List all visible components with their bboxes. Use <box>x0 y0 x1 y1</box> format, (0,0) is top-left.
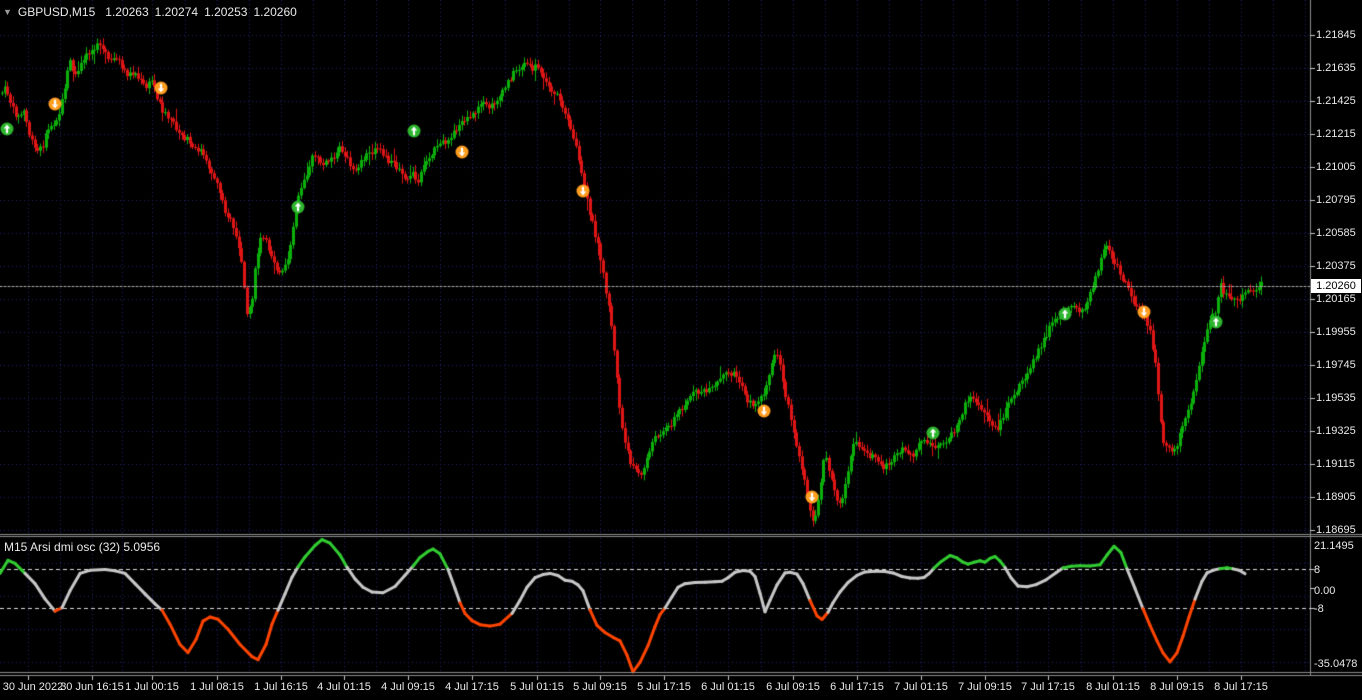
time-axis-label: 6 Jul 17:15 <box>830 681 884 693</box>
price-axis-label: 1.20375 <box>1316 260 1356 272</box>
price-axis[interactable]: 1.21845 1.21635 1.21425 1.21215 1.21005 1.207… <box>1310 0 1362 536</box>
price-axis-label: 1.20165 <box>1316 293 1356 305</box>
time-axis-label: 1 Jul 08:15 <box>190 681 244 693</box>
quote-high: 1.20274 <box>154 5 199 19</box>
time-axis-label: 1 Jul 00:15 <box>125 681 179 693</box>
price-axis-label: 1.19955 <box>1316 326 1356 338</box>
time-axis-label: 5 Jul 17:15 <box>637 681 691 693</box>
price-axis-label: 1.18905 <box>1316 491 1356 503</box>
time-axis-label: 8 Jul 17:15 <box>1214 681 1268 693</box>
chevron-down-icon[interactable]: ▼ <box>3 7 12 17</box>
price-axis-label: 1.20585 <box>1316 227 1356 239</box>
time-axis-label: 1 Jul 16:15 <box>254 681 308 693</box>
time-axis-label: 7 Jul 01:15 <box>894 681 948 693</box>
price-axis-label: 1.21635 <box>1316 62 1356 74</box>
mt4-chart-window: ▼ GBPUSD,M15 1.20263 1.20274 1.20253 1.2… <box>0 0 1362 700</box>
quote-open: 1.20263 <box>105 5 149 19</box>
quote-low: 1.20253 <box>204 5 248 19</box>
price-axis-label: 1.19115 <box>1316 458 1355 470</box>
price-axis-label: 1.20795 <box>1316 194 1356 206</box>
price-axis-label: 1.21215 <box>1316 128 1356 140</box>
indicator-axis-label: 0.00 <box>1314 585 1336 597</box>
time-axis-label: 6 Jul 09:15 <box>766 681 820 693</box>
indicator-axis-label: -35.0478 <box>1314 658 1358 670</box>
chart-symbol-info: ▼ GBPUSD,M15 1.20263 1.20274 1.20253 1.2… <box>3 5 303 19</box>
time-axis-label: 5 Jul 09:15 <box>573 681 627 693</box>
price-axis-label: 1.21425 <box>1316 95 1356 107</box>
time-axis-label: 8 Jul 09:15 <box>1150 681 1204 693</box>
time-axis-label: 30 Jun 2022 <box>2 681 64 693</box>
indicator-axis-label: 21.1495 <box>1314 540 1354 552</box>
price-axis-label: 1.21845 <box>1316 29 1356 41</box>
chart-canvas[interactable] <box>0 0 1362 700</box>
time-axis-label: 5 Jul 01:15 <box>510 681 564 693</box>
time-axis-label: 7 Jul 17:15 <box>1021 681 1075 693</box>
time-axis-label: 4 Jul 09:15 <box>381 681 435 693</box>
time-axis-label: 4 Jul 01:15 <box>317 681 371 693</box>
symbol-timeframe-label: GBPUSD,M15 <box>17 5 96 19</box>
time-axis-label: 4 Jul 17:15 <box>445 681 499 693</box>
quote-close: 1.20260 <box>253 5 297 19</box>
indicator-axis-label: -8 <box>1314 603 1324 615</box>
indicator-axis-label: 8 <box>1314 564 1321 576</box>
time-axis-label: 7 Jul 09:15 <box>958 681 1012 693</box>
time-axis-label: 30 Jun 16:15 <box>60 681 124 693</box>
time-axis-label: 8 Jul 01:15 <box>1086 681 1140 693</box>
price-axis-label: 1.18695 <box>1316 524 1356 536</box>
current-price-box: 1.20260 <box>1311 279 1361 293</box>
price-axis-label: 1.19745 <box>1316 359 1356 371</box>
time-axis-label: 6 Jul 01:15 <box>701 681 755 693</box>
indicator-label: M15 Arsi dmi osc (32) 5.0956 <box>4 540 161 554</box>
price-axis-label: 1.19325 <box>1316 425 1356 437</box>
indicator-axis[interactable]: 21.1495 8 0.00 -8 -35.0478 <box>1310 538 1362 676</box>
price-axis-label: 1.21005 <box>1316 161 1356 173</box>
price-axis-label: 1.19535 <box>1316 392 1356 404</box>
time-axis[interactable]: 30 Jun 2022 30 Jun 16:15 1 Jul 00:15 1 Jul … <box>0 676 1362 700</box>
